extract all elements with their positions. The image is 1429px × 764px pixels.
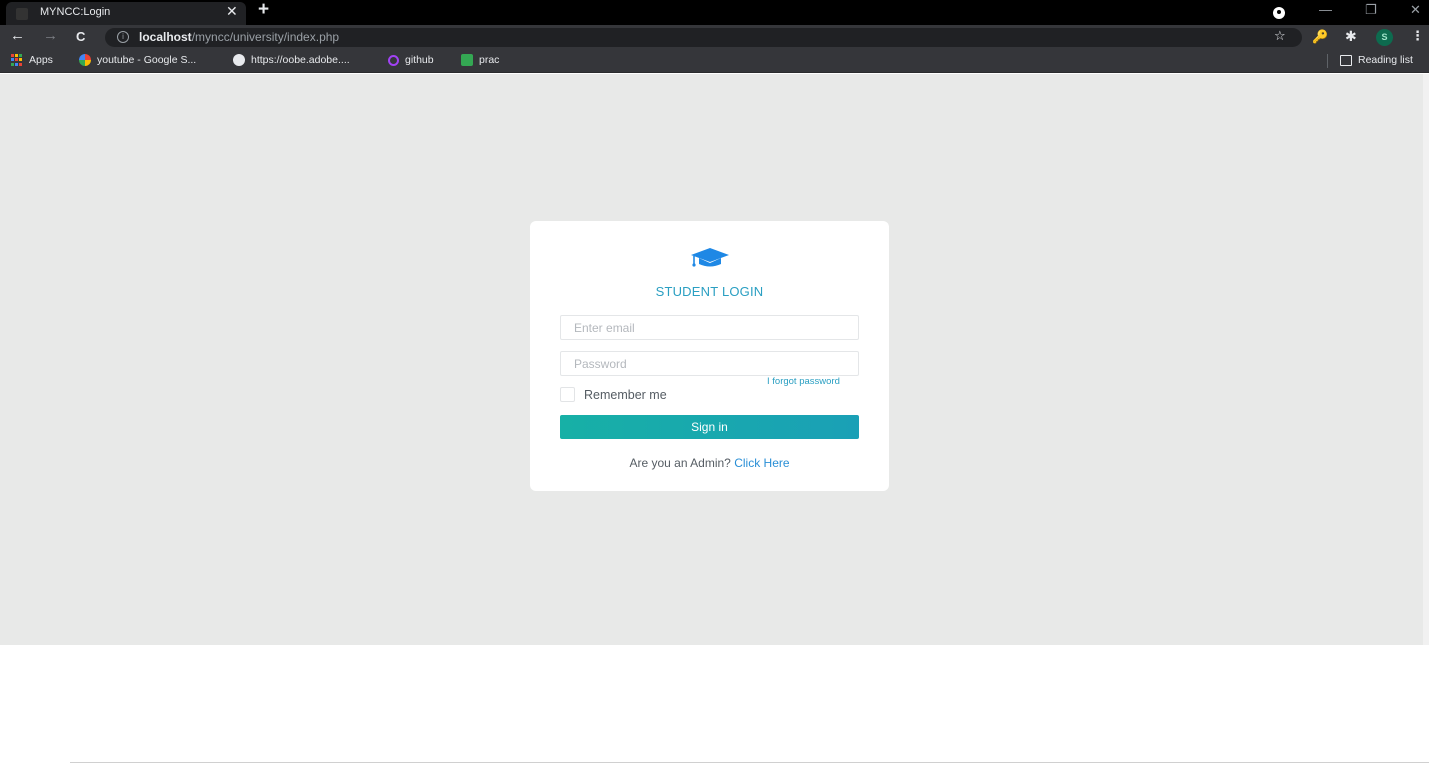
bookmarks-bar: Apps youtube - Google S... https://oobe.… (0, 49, 1429, 73)
back-button[interactable]: ← (10, 27, 25, 44)
url-text: localhost/myncc/university/index.php (139, 30, 339, 44)
bookmark-adobe[interactable]: https://oobe.adobe.... (233, 54, 350, 66)
profile-avatar[interactable]: S (1376, 29, 1393, 46)
new-tab-button[interactable]: + (258, 0, 269, 21)
github-icon (388, 54, 399, 66)
site-info-icon[interactable]: i (117, 31, 129, 43)
bookmark-label: prac (479, 54, 500, 66)
forgot-password-link[interactable]: I forgot password (767, 376, 840, 387)
password-field[interactable] (560, 351, 859, 376)
graduation-cap-icon (691, 248, 729, 267)
bottom-divider (70, 762, 1429, 763)
browser-tab[interactable]: MYNCC:Login ✕ (6, 2, 246, 25)
sheets-icon (461, 54, 473, 66)
tab-strip: MYNCC:Login ✕ + — ❐ ✕ (0, 0, 1429, 25)
google-icon (79, 54, 91, 66)
tab-favicon-icon (16, 8, 28, 20)
remember-me[interactable]: Remember me (560, 387, 667, 402)
admin-prompt-text: Are you an Admin? (629, 456, 731, 470)
globe-icon (233, 54, 245, 66)
bookmark-github[interactable]: github (388, 54, 434, 66)
login-title: STUDENT LOGIN (655, 284, 764, 299)
bookmark-prac[interactable]: prac (461, 54, 499, 66)
bookmarks-divider (1327, 54, 1328, 68)
admin-prompt: Are you an Admin? Click Here (530, 456, 889, 470)
tab-close-icon[interactable]: ✕ (226, 3, 238, 20)
login-card: STUDENT LOGIN I forgot password Remember… (530, 221, 889, 491)
minimize-button[interactable]: — (1319, 2, 1332, 17)
reading-list-icon (1340, 54, 1352, 66)
bookmark-star-icon[interactable]: ☆ (1274, 28, 1286, 44)
reading-list-button[interactable]: Reading list (1340, 54, 1413, 66)
remember-me-checkbox[interactable] (560, 387, 575, 402)
tab-title: MYNCC:Login (40, 6, 111, 18)
email-field[interactable] (560, 315, 859, 340)
browser-menu-icon[interactable]: ⋮ (1411, 28, 1424, 44)
close-window-button[interactable]: ✕ (1410, 2, 1421, 18)
browser-toolbar: ← → C i localhost/myncc/university/index… (0, 25, 1429, 49)
tab-search-icon[interactable] (1273, 7, 1285, 19)
bookmark-label: Apps (29, 54, 53, 66)
bookmark-apps[interactable]: Apps (11, 54, 53, 66)
bookmark-youtube[interactable]: youtube - Google S... (79, 54, 196, 66)
apps-grid-icon (11, 54, 23, 66)
url-host: localhost (139, 30, 192, 44)
extensions-puzzle-icon[interactable]: ✱ (1345, 28, 1357, 45)
reading-list-label: Reading list (1358, 54, 1413, 66)
address-bar[interactable]: i localhost/myncc/university/index.php (105, 28, 1302, 47)
forward-button[interactable]: → (43, 27, 58, 44)
admin-link[interactable]: Click Here (734, 456, 789, 470)
page-scrollbar[interactable] (1423, 74, 1429, 645)
remember-me-label: Remember me (584, 387, 667, 402)
key-extension-icon[interactable]: 🔑 (1312, 29, 1328, 45)
sign-in-button[interactable]: Sign in (560, 415, 859, 439)
restore-button[interactable]: ❐ (1365, 2, 1377, 18)
bookmark-label: github (405, 54, 434, 66)
reload-button[interactable]: C (76, 29, 85, 44)
url-path: /myncc/university/index.php (191, 30, 340, 44)
bookmark-label: https://oobe.adobe.... (251, 54, 350, 66)
bookmark-label: youtube - Google S... (97, 54, 197, 66)
